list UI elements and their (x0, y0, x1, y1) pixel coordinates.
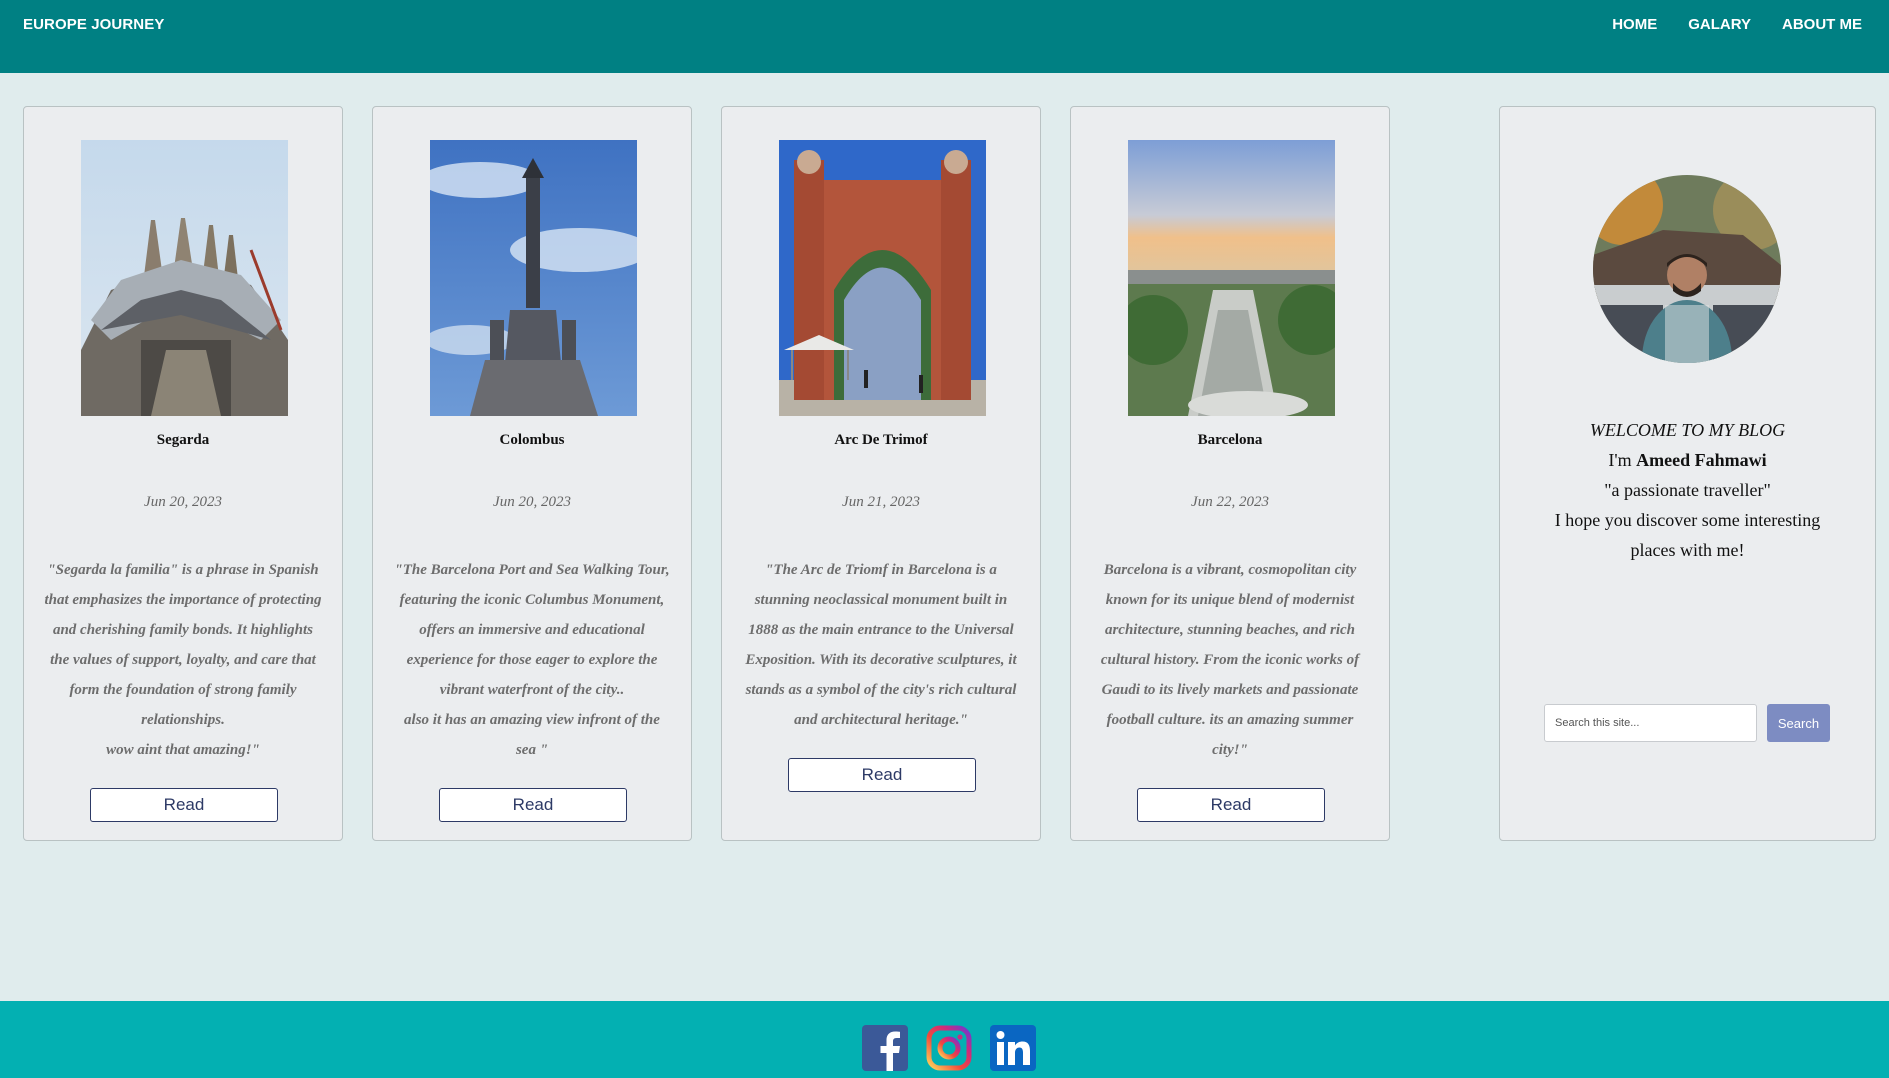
post-date: Jun 20, 2023 (144, 494, 222, 510)
search-input[interactable] (1544, 704, 1757, 742)
post-card-arc-de-trimof: Arc De Trimof Jun 21, 2023 "The Arc de T… (721, 106, 1041, 841)
post-title: Barcelona (1197, 432, 1263, 448)
navbar: EUROPE JOURNEY HOME GALARY ABOUT ME (0, 0, 1889, 73)
post-excerpt: Barcelona is a vibrant, cosmopolitan cit… (1100, 562, 1360, 758)
nav-about-me-link[interactable]: ABOUT ME (1782, 16, 1862, 33)
post-excerpt: "Segarda la familia" is a phrase in Span… (44, 562, 322, 758)
post-excerpt: "The Barcelona Port and Sea Walking Tour… (394, 562, 670, 758)
read-button[interactable]: Read (90, 788, 278, 822)
nav-links: HOME GALARY ABOUT ME (1612, 16, 1862, 33)
post-title: Segarda (156, 432, 210, 448)
post-title: Arc De Trimof (834, 432, 928, 448)
tagline: "a passionate traveller" (1604, 480, 1771, 500)
footer (0, 1001, 1889, 1078)
welcome-heading: WELCOME TO MY BLOG (1589, 420, 1786, 440)
post-card-barcelona: Barcelona Jun 22, 2023 Barcelona is a vi… (1070, 106, 1390, 841)
post-excerpt: "The Arc de Triomf in Barcelona is a stu… (745, 562, 1017, 728)
read-button[interactable]: Read (1137, 788, 1325, 822)
facebook-icon[interactable] (862, 1025, 908, 1071)
columbus-monument-photo (430, 140, 637, 416)
search-button[interactable]: Search (1767, 704, 1830, 742)
nav-galary-link[interactable]: GALARY (1688, 16, 1751, 33)
post-date: Jun 21, 2023 (842, 494, 920, 510)
arc-de-triomf-photo (779, 140, 986, 416)
instagram-icon[interactable] (926, 1025, 972, 1071)
intro-prefix: I'm (1608, 450, 1637, 470)
post-date: Jun 20, 2023 (493, 494, 571, 510)
read-button[interactable]: Read (788, 758, 976, 792)
barcelona-skyline-photo (1128, 140, 1335, 416)
linkedin-icon[interactable] (990, 1025, 1036, 1071)
profile-card: WELCOME TO MY BLOG I'm Ameed Fahmawi "a … (1499, 106, 1876, 841)
post-date: Jun 22, 2023 (1191, 494, 1269, 510)
post-card-segarda: Segarda Jun 20, 2023 "Segarda la familia… (23, 106, 343, 841)
bio: WELCOME TO MY BLOG I'm Ameed Fahmawi "a … (1500, 415, 1875, 565)
site-brand[interactable]: EUROPE JOURNEY (23, 16, 164, 33)
sagrada-familia-photo (81, 140, 288, 416)
post-title: Colombus (499, 432, 565, 448)
nav-home-link[interactable]: HOME (1612, 16, 1657, 33)
intro-line: I'm Ameed Fahmawi (1500, 445, 1875, 475)
welcome-message: I hope you discover some interesting pla… (1554, 510, 1821, 560)
post-card-colombus: Colombus Jun 20, 2023 "The Barcelona Por… (372, 106, 692, 841)
read-button[interactable]: Read (439, 788, 627, 822)
avatar (1593, 175, 1781, 363)
author-name: Ameed Fahmawi (1636, 450, 1767, 470)
